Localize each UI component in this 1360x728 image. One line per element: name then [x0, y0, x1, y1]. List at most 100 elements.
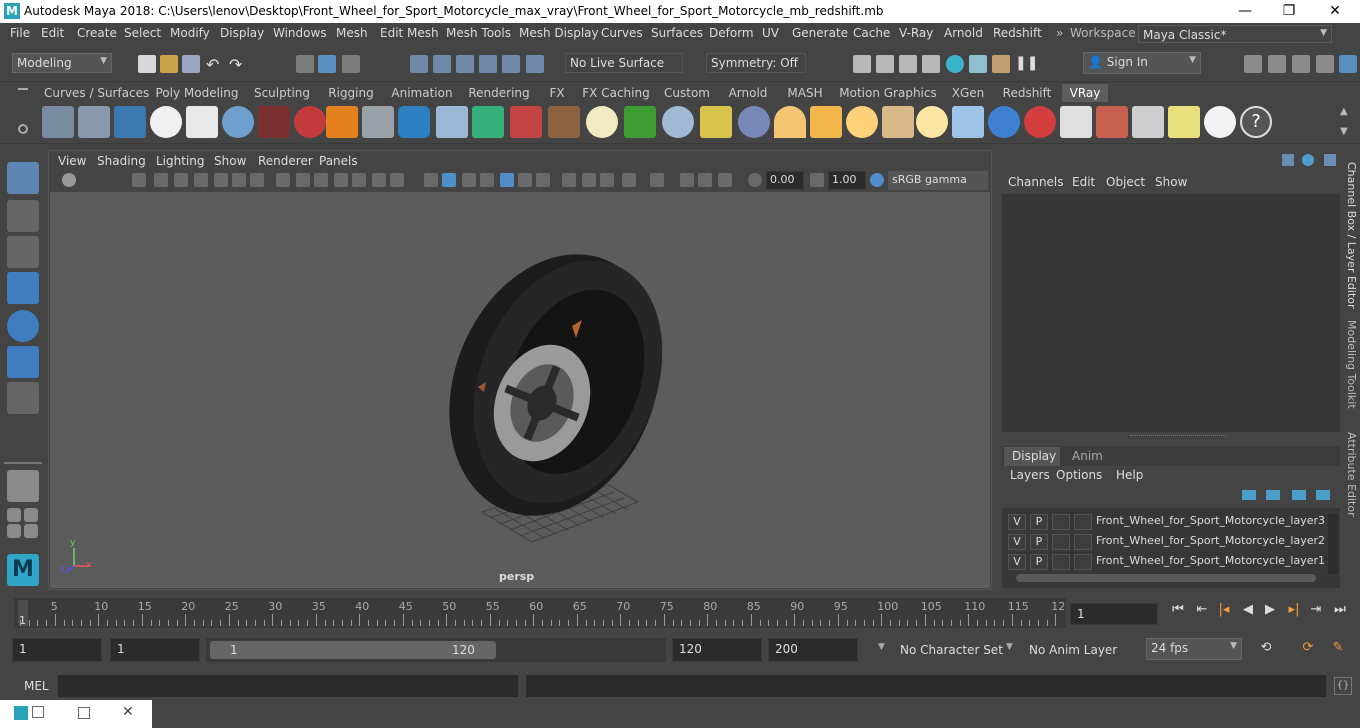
chevron-down-icon[interactable]: ▼: [1006, 642, 1013, 652]
gamma-icon[interactable]: [810, 173, 824, 187]
viewport-menu-show[interactable]: Show: [214, 154, 246, 168]
vray-bulb-icon[interactable]: [1168, 106, 1200, 138]
select-tool-icon[interactable]: [7, 162, 39, 194]
new-layer-icon[interactable]: [1292, 490, 1306, 500]
grease-pencil-icon[interactable]: [352, 173, 366, 187]
redo-icon[interactable]: ↷: [229, 55, 247, 74]
vray-light-dome-icon[interactable]: [774, 106, 806, 138]
frame-all-icon[interactable]: [390, 173, 404, 187]
wireframe-icon[interactable]: [372, 173, 386, 187]
minimized-window[interactable]: ✕: [0, 700, 152, 728]
textured-icon[interactable]: [480, 173, 494, 187]
shadows-icon[interactable]: [518, 173, 532, 187]
tab-rendering[interactable]: Rendering: [464, 84, 534, 102]
menu-vray[interactable]: V-Ray: [899, 26, 933, 40]
exposure-field[interactable]: 0.00: [766, 171, 804, 190]
vray-logo-icon[interactable]: [150, 106, 182, 138]
menu-uv[interactable]: UV: [762, 26, 779, 40]
mel-label[interactable]: MEL: [24, 679, 49, 693]
tab-channel-box-layer-editor[interactable]: Channel Box / Layer Editor: [1345, 162, 1358, 309]
paint-select-tool-icon[interactable]: [7, 236, 39, 268]
attribute-toggle-icon[interactable]: [1302, 154, 1314, 166]
layer-row[interactable]: V P Front_Wheel_for_Sport_Motorcycle_lay…: [1004, 532, 1326, 552]
mode-dropdown[interactable]: Modeling ▼: [12, 53, 112, 73]
pan-zoom-icon[interactable]: [334, 173, 348, 187]
motion-blur-icon[interactable]: [562, 173, 576, 187]
anim-layer-dropdown[interactable]: No Anim Layer: [1029, 643, 1117, 657]
script-editor-icon[interactable]: {}: [1334, 677, 1352, 695]
step-back-frame-icon[interactable]: |◂: [1216, 602, 1232, 618]
step-back-key-icon[interactable]: ⇤: [1194, 602, 1210, 618]
layer-menu-help[interactable]: Help: [1116, 468, 1143, 482]
vray-sun-icon[interactable]: [846, 106, 878, 138]
smooth-shade-icon[interactable]: [442, 173, 456, 187]
ambient-occlusion-icon[interactable]: [536, 173, 550, 187]
shelf-settings-icon[interactable]: [18, 124, 28, 134]
help-icon[interactable]: ?: [1240, 106, 1272, 138]
menu-redshift[interactable]: Redshift: [993, 26, 1042, 40]
tool-settings-toggle-icon[interactable]: [1324, 154, 1336, 166]
new-scene-icon[interactable]: [138, 55, 156, 73]
layer-scrollbar[interactable]: [1328, 514, 1338, 574]
undo-icon[interactable]: ↶: [206, 55, 224, 74]
menu-generate[interactable]: Generate: [792, 26, 848, 40]
default-material-icon[interactable]: [462, 173, 476, 187]
xray-icon[interactable]: [650, 173, 664, 187]
viewport-menu-view[interactable]: View: [58, 154, 86, 168]
sign-in-button[interactable]: 👤 Sign In ▼: [1083, 52, 1201, 74]
layer-name[interactable]: Front_Wheel_for_Sport_Motorcycle_layer2: [1096, 534, 1325, 547]
auto-key-icon[interactable]: ⟳: [1300, 640, 1316, 656]
depth-of-field-icon[interactable]: [600, 173, 614, 187]
tab-display[interactable]: Display: [1004, 447, 1060, 466]
tab-xgen[interactable]: XGen: [948, 84, 988, 102]
channelbox-menu-edit[interactable]: Edit: [1072, 175, 1095, 189]
layer-display-type[interactable]: [1052, 514, 1070, 530]
gate-mask-icon[interactable]: [232, 173, 246, 187]
menu-modify[interactable]: Modify: [170, 26, 210, 40]
layer-name[interactable]: Front_Wheel_for_Sport_Motorcycle_layer3: [1096, 514, 1325, 527]
vray-environment-icon[interactable]: [472, 106, 504, 138]
close-button[interactable]: ✕: [1312, 0, 1358, 23]
tab-fx-caching[interactable]: FX Caching: [580, 84, 652, 102]
snap-point-icon[interactable]: [456, 55, 474, 73]
channelbox-menu-show[interactable]: Show: [1155, 175, 1187, 189]
layer-color-swatch[interactable]: [1074, 554, 1092, 570]
persp-graph-layout-icon[interactable]: [7, 524, 21, 538]
outliner-layout-icon[interactable]: [24, 524, 38, 538]
layer-name[interactable]: Front_Wheel_for_Sport_Motorcycle_layer1: [1096, 554, 1325, 567]
tab-redshift[interactable]: Redshift: [996, 84, 1058, 102]
select-hierarchy-icon[interactable]: [296, 55, 314, 73]
tab-modeling-toolkit[interactable]: Modeling Toolkit: [1345, 320, 1358, 409]
channelbox-menu-channels[interactable]: Channels: [1008, 175, 1064, 189]
play-backward-icon[interactable]: ◀: [1240, 602, 1256, 618]
lock-camera-icon[interactable]: [174, 173, 188, 187]
vray-dome-light-icon[interactable]: [586, 106, 618, 138]
resolution-gate-icon[interactable]: [214, 173, 228, 187]
viewport-menu-renderer[interactable]: Renderer: [258, 154, 313, 168]
vray-curve-icon[interactable]: [700, 106, 732, 138]
camera-attributes-icon[interactable]: [62, 173, 76, 187]
layer-playback-toggle[interactable]: P: [1030, 534, 1048, 550]
rotate-tool-icon[interactable]: [7, 310, 39, 342]
render-sequence-icon[interactable]: [876, 55, 894, 73]
snap-surface-icon[interactable]: [502, 55, 520, 73]
layer-display-type[interactable]: [1052, 554, 1070, 570]
vray-image-icon[interactable]: [1096, 106, 1128, 138]
vray-ies-light-icon[interactable]: [882, 106, 914, 138]
last-tool-icon[interactable]: [7, 382, 39, 414]
four-view-layout-icon[interactable]: [7, 508, 21, 522]
layer-playback-toggle[interactable]: P: [1030, 514, 1048, 530]
maya-m-icon[interactable]: M: [7, 554, 39, 586]
menu-cache[interactable]: Cache: [853, 26, 890, 40]
vray-fur-icon[interactable]: [624, 106, 656, 138]
snap-curve-icon[interactable]: [433, 55, 451, 73]
menu-create[interactable]: Create: [77, 26, 117, 40]
tab-sculpting[interactable]: Sculpting: [250, 84, 314, 102]
safe-action-icon[interactable]: [296, 173, 310, 187]
layer-color-swatch[interactable]: [1074, 534, 1092, 550]
menu-edit[interactable]: Edit: [41, 26, 64, 40]
menu-mesh-tools[interactable]: Mesh Tools: [446, 26, 511, 40]
save-scene-icon[interactable]: [182, 55, 200, 73]
vray-sphere-icon[interactable]: [988, 106, 1020, 138]
select-object-icon[interactable]: [318, 55, 336, 73]
